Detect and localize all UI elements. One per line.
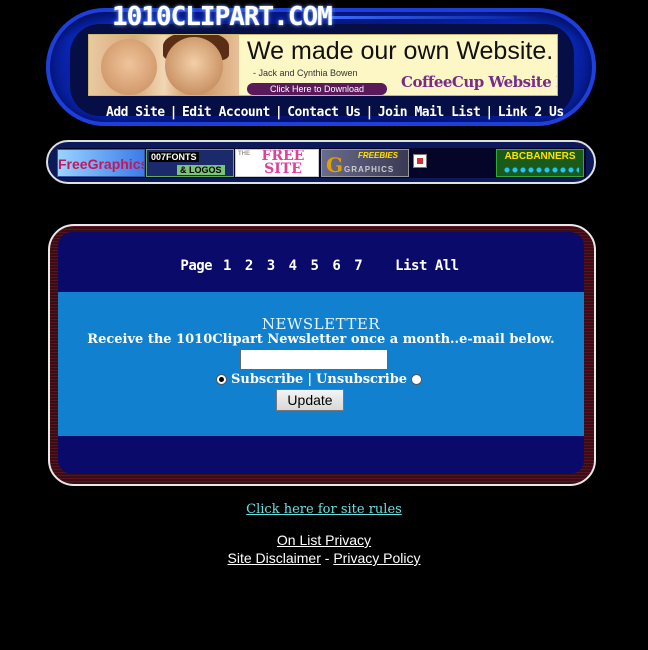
nav-edit-account[interactable]: Edit Account <box>182 105 270 120</box>
unsubscribe-radio[interactable] <box>411 374 423 385</box>
footer-line-legal: Site Disclaimer - Privacy Policy <box>0 550 648 566</box>
ad-headline: We made our own Website. <box>247 37 554 65</box>
sponsor-free-graphics[interactable]: FreeGraphics <box>57 149 145 177</box>
main-nav: Add Site | Edit Account | Contact Us | J… <box>106 103 564 121</box>
ad-brand: CoffeeCup Website Design Software <box>401 73 557 91</box>
sponsor-abc-label: ABCBANNERS <box>504 151 576 162</box>
sponsor-g-freebies-graphics[interactable]: G FREEBIES GRAPHICS <box>321 149 409 177</box>
pager-page-2[interactable]: 2 <box>245 258 253 274</box>
nav-contact-us[interactable]: Contact Us <box>287 105 361 120</box>
newsletter-email-input[interactable] <box>240 349 388 370</box>
newsletter-options: Subscribe | Unsubscribe <box>216 372 426 387</box>
footer-dash: - <box>324 550 330 566</box>
site-rules-link[interactable]: Click here for site rules <box>0 502 648 517</box>
update-button[interactable]: Update <box>276 389 344 411</box>
ad-photo-woman <box>165 37 223 95</box>
on-list-privacy-link[interactable]: On List Privacy <box>277 532 371 548</box>
pager-list-all[interactable]: List All <box>395 258 459 274</box>
newsletter-description: Receive the 1010Clipart Newsletter once … <box>87 332 555 347</box>
pager-page-3[interactable]: 3 <box>267 258 275 274</box>
sponsor-freebies-label: FREEBIES <box>358 151 399 160</box>
ad-photo-man <box>101 39 157 95</box>
sponsor-graphics-label: GRAPHICS <box>344 165 395 174</box>
subscribe-radio[interactable] <box>216 374 227 385</box>
subscribe-label[interactable]: Subscribe <box>231 372 303 387</box>
ad-photo <box>89 35 239 95</box>
pager-page-4[interactable]: 4 <box>289 258 297 274</box>
nav-separator: | <box>274 104 283 120</box>
nav-join-mail-list[interactable]: Join Mail List <box>378 105 481 120</box>
nav-separator: | <box>365 104 373 120</box>
sponsor-007fonts-title: 007FONTS <box>149 152 199 162</box>
sponsor-the-label: THE <box>238 151 250 157</box>
sponsor-abc-banners[interactable]: ABCBANNERS <box>496 149 584 177</box>
privacy-policy-link[interactable]: Privacy Policy <box>333 550 420 566</box>
sponsor-abc-dots <box>503 166 579 174</box>
ad-credit: - Jack and Cynthia Bowen <box>253 68 358 78</box>
broken-image-icon[interactable] <box>413 154 427 168</box>
sponsor-007fonts-subtitle: & LOGOS <box>177 165 225 175</box>
ad-banner[interactable]: We made our own Website. - Jack and Cynt… <box>88 34 558 96</box>
bottom-band <box>58 436 584 474</box>
pager-page-7[interactable]: 7 <box>354 258 362 274</box>
pager-label: Page <box>180 258 213 274</box>
site-disclaimer-link[interactable]: Site Disclaimer <box>228 550 321 566</box>
site-logo-title[interactable]: 1010CLIPART.COM <box>112 2 333 32</box>
pager-page-6[interactable]: 6 <box>332 258 340 274</box>
pager-page-1[interactable]: 1 <box>223 258 231 274</box>
nav-separator: | <box>169 104 178 120</box>
ad-download-button[interactable]: Click Here to Download <box>247 83 387 95</box>
sponsor-007fonts[interactable]: 007FONTS & LOGOS <box>146 149 234 177</box>
footer-line-privacy: On List Privacy <box>0 532 648 548</box>
pagination: Page 1 2 3 4 5 6 7 List All <box>58 258 584 274</box>
nav-separator: | <box>485 104 493 120</box>
title-glow <box>330 16 540 19</box>
newsletter-title: NEWSLETTER <box>261 315 381 333</box>
sponsor-the-free-site[interactable]: THE FREE SITE <box>235 149 319 177</box>
nav-add-site[interactable]: Add Site <box>106 105 165 120</box>
sponsor-free-site-label: FREE SITE <box>261 149 305 177</box>
option-divider: | <box>307 372 313 387</box>
nav-link-2-us[interactable]: Link 2 Us <box>498 105 564 120</box>
sponsor-g-letter: G <box>326 153 344 177</box>
pager-page-5[interactable]: 5 <box>311 258 319 274</box>
unsubscribe-label[interactable]: Unsubscribe <box>316 372 407 387</box>
